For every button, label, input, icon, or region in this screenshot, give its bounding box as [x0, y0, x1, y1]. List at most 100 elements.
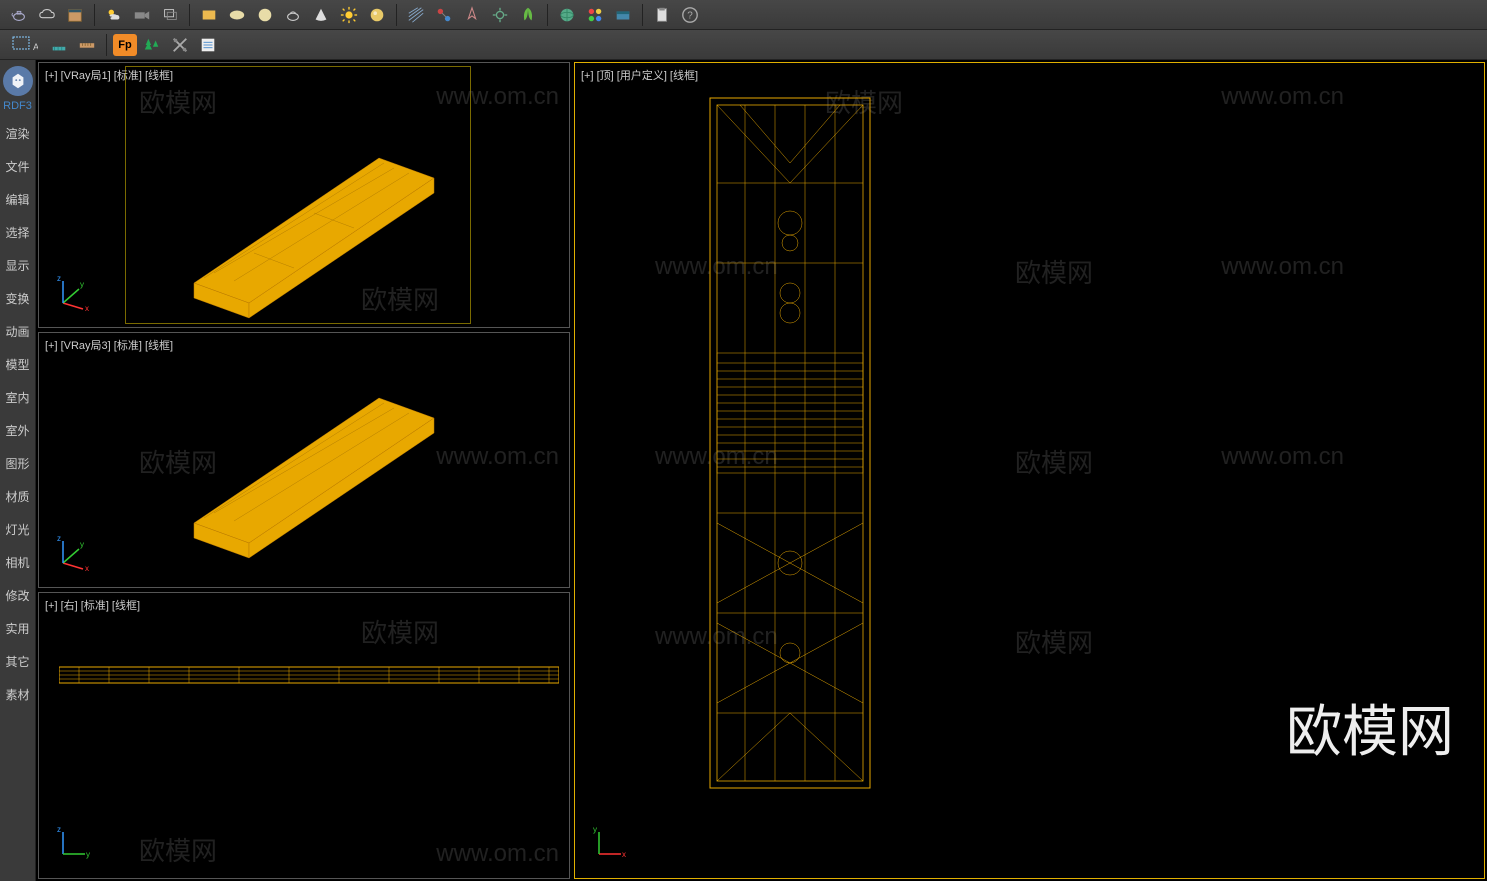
hatch-icon[interactable]: [403, 2, 429, 28]
watermark-en: www.om.cn: [436, 443, 559, 471]
sidebar-item-edit[interactable]: 编辑: [0, 184, 35, 215]
sidebar-item-model[interactable]: 模型: [0, 349, 35, 380]
toolbar-separator: [106, 34, 107, 56]
svg-text:y: y: [593, 825, 597, 834]
wireframe-model-iso: [154, 363, 454, 563]
svg-text:y: y: [80, 540, 84, 549]
weather-icon[interactable]: [101, 2, 127, 28]
axis-gizmo-icon: x y z: [53, 533, 93, 573]
sidebar-item-display[interactable]: 显示: [0, 250, 35, 281]
watermark-cn: 欧模网: [1015, 443, 1093, 480]
toolbar-separator: [642, 4, 643, 26]
viewport-label[interactable]: [+] [顶] [用户定义] [线框]: [581, 67, 698, 83]
brand-watermark: 欧模网: [1286, 687, 1454, 768]
layers-icon[interactable]: [157, 2, 183, 28]
sidebar-item-indoor[interactable]: 室内: [0, 382, 35, 413]
sidebar-item-animation[interactable]: 动画: [0, 316, 35, 347]
camera-icon[interactable]: [129, 2, 155, 28]
axis-gizmo-icon: x y: [589, 824, 629, 864]
sidebar-item-select[interactable]: 选择: [0, 217, 35, 248]
watermark-cn: 欧模网: [139, 831, 217, 868]
help-icon[interactable]: ?: [677, 2, 703, 28]
sidebar-item-outdoor[interactable]: 室外: [0, 415, 35, 446]
left-sidebar: RDF3 渲染 文件 编辑 选择 显示 变换 动画 模型 室内 室外 图形 材质…: [0, 60, 36, 881]
svg-text:y: y: [80, 280, 84, 289]
viewport-vray1[interactable]: [+] [VRay局1] [标准] [线框] 欧模网 www.om.cn 欧模网: [38, 62, 570, 328]
kettle-icon[interactable]: [280, 2, 306, 28]
axis-gizmo-icon: z y: [53, 824, 93, 864]
watermark-en: www.om.cn: [1221, 443, 1344, 471]
viewport-right-ortho[interactable]: [+] [右] [标准] [线框] 欧模网 www.om.cn 欧模网 z: [38, 592, 570, 879]
tools-cross-icon[interactable]: [167, 32, 193, 58]
viewport-label[interactable]: [+] [VRay局1] [标准] [线框]: [45, 67, 173, 83]
sidebar-top-label[interactable]: RDF3: [3, 100, 32, 112]
watermark-en: www.om.cn: [436, 840, 559, 868]
viewport-vray3[interactable]: [+] [VRay局3] [标准] [线框] 欧模网 www.om.cn x y…: [38, 332, 570, 588]
sidebar-item-transform[interactable]: 变换: [0, 283, 35, 314]
sidebar-item-file[interactable]: 文件: [0, 151, 35, 182]
palette-icon[interactable]: [582, 2, 608, 28]
cloud-icon[interactable]: [34, 2, 60, 28]
sidebar-item-modify[interactable]: 修改: [0, 580, 35, 611]
sidebar-item-utility[interactable]: 实用: [0, 613, 35, 644]
wireframe-model-top: [705, 93, 875, 793]
sidebar-item-light[interactable]: 灯光: [0, 514, 35, 545]
watermark-cn: 欧模网: [139, 443, 217, 480]
watermark-en: www.om.cn: [655, 443, 778, 471]
gear-icon[interactable]: [487, 2, 513, 28]
axis-gizmo-icon: x y z: [53, 273, 93, 313]
sphere-icon[interactable]: [364, 2, 390, 28]
svg-text:A: A: [33, 42, 38, 52]
sidebar-app-icon[interactable]: [3, 66, 33, 96]
circle-icon[interactable]: [252, 2, 278, 28]
svg-text:x: x: [85, 564, 89, 573]
sidebar-item-material[interactable]: 材质: [0, 481, 35, 512]
watermark-en: www.om.cn: [655, 253, 778, 281]
toolbar-separator: [189, 4, 190, 26]
leaf-icon[interactable]: [515, 2, 541, 28]
sidebar-item-shape[interactable]: 图形: [0, 448, 35, 479]
select-mode-dots-icon[interactable]: A: [6, 32, 44, 58]
wireframe-model-side: [59, 663, 559, 687]
sidebar-item-other[interactable]: 其它: [0, 646, 35, 677]
watermark-cn: 欧模网: [361, 613, 439, 650]
sidebar-item-assets[interactable]: 素材: [0, 679, 35, 710]
base-grid-icon[interactable]: [46, 32, 72, 58]
cone-icon[interactable]: [308, 2, 334, 28]
svg-text:?: ?: [687, 10, 693, 21]
drive-icon[interactable]: [610, 2, 636, 28]
fp-button[interactable]: Fp: [113, 34, 137, 56]
viewport-inner-frame: [125, 66, 471, 324]
list-icon[interactable]: [195, 32, 221, 58]
toolbar-separator: [547, 4, 548, 26]
main-toolbar-row2: A Fp: [0, 30, 1487, 60]
viewport-right-column: [+] [顶] [用户定义] [线框] 欧模网 www.om.cn www.om…: [572, 60, 1487, 881]
viewport-left-column: [+] [VRay局1] [标准] [线框] 欧模网 www.om.cn 欧模网: [36, 60, 572, 881]
sun-icon[interactable]: [336, 2, 362, 28]
sidebar-item-camera[interactable]: 相机: [0, 547, 35, 578]
viewport-area: [+] [VRay局1] [标准] [线框] 欧模网 www.om.cn 欧模网: [36, 60, 1487, 881]
viewport-label[interactable]: [+] [VRay局3] [标准] [线框]: [45, 337, 173, 353]
viewport-label[interactable]: [+] [右] [标准] [线框]: [45, 597, 140, 613]
watermark-en: www.om.cn: [1221, 83, 1344, 111]
svg-text:x: x: [622, 850, 626, 859]
watermark-en: www.om.cn: [1221, 253, 1344, 281]
toolbar-separator: [396, 4, 397, 26]
watermark-cn: 欧模网: [1015, 253, 1093, 290]
ruler-icon[interactable]: [74, 32, 100, 58]
clipboard-icon[interactable]: [649, 2, 675, 28]
watermark-en: www.om.cn: [655, 623, 778, 651]
teapot-icon[interactable]: [6, 2, 32, 28]
calendar-icon[interactable]: [62, 2, 88, 28]
sidebar-item-render[interactable]: 渲染: [0, 118, 35, 149]
watermark-cn: 欧模网: [825, 83, 903, 120]
node-icon[interactable]: [431, 2, 457, 28]
compass-icon[interactable]: [459, 2, 485, 28]
watermark-cn: 欧模网: [1015, 623, 1093, 660]
toolbar-separator: [94, 4, 95, 26]
rect-icon[interactable]: [196, 2, 222, 28]
globe-icon[interactable]: [554, 2, 580, 28]
viewport-top[interactable]: [+] [顶] [用户定义] [线框] 欧模网 www.om.cn www.om…: [574, 62, 1485, 879]
oval-icon[interactable]: [224, 2, 250, 28]
trees-icon[interactable]: [139, 32, 165, 58]
